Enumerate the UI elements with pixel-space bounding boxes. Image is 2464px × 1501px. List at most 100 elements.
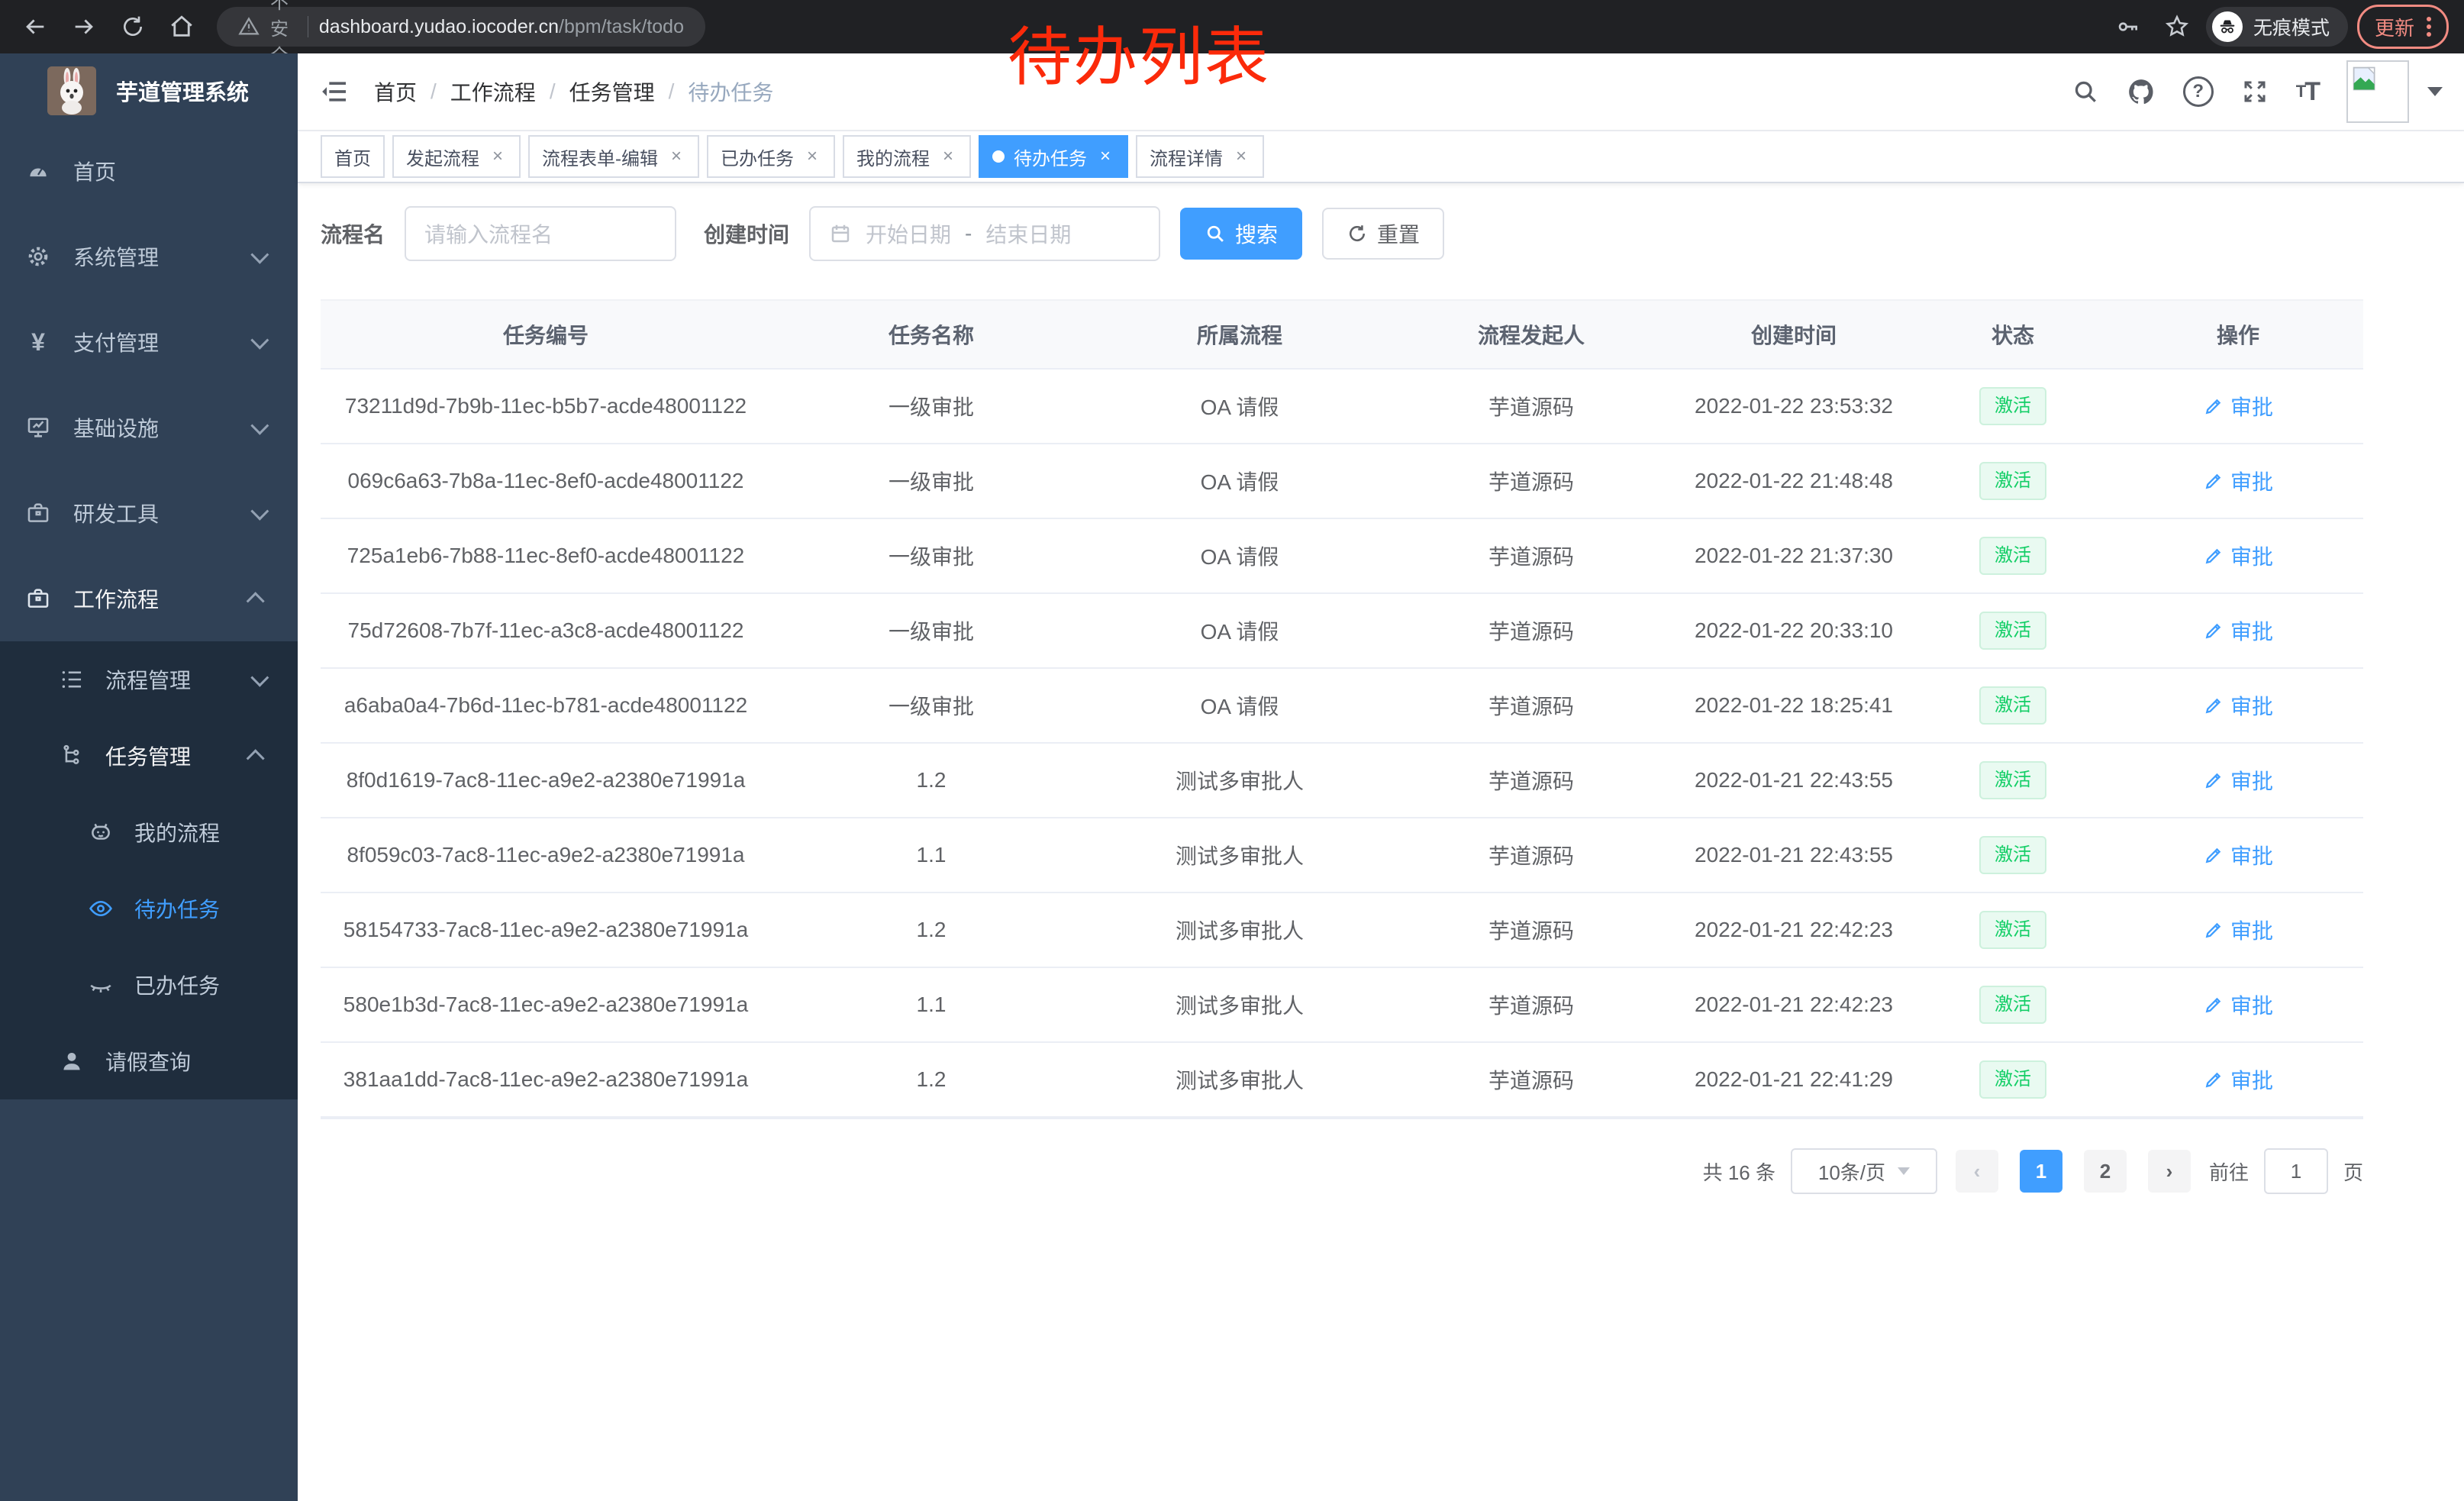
close-icon[interactable]: × <box>803 146 821 167</box>
approve-link[interactable]: 审批 <box>2203 915 2273 945</box>
status-badge: 激活 <box>1979 911 2046 949</box>
github-icon[interactable] <box>2127 77 2156 106</box>
approve-link[interactable]: 审批 <box>2203 840 2273 870</box>
cell-create-time: 2022-01-22 23:53:32 <box>1675 394 1913 418</box>
incognito-icon <box>2212 11 2243 42</box>
approve-link[interactable]: 审批 <box>2203 765 2273 796</box>
sidebar-item-4[interactable]: 研发工具 <box>0 470 298 556</box>
status-badge: 激活 <box>1979 462 2046 500</box>
cell-task-name: 1.2 <box>771 1067 1092 1092</box>
approve-link[interactable]: 审批 <box>2203 615 2273 646</box>
submenu-item-5[interactable]: 请假查询 <box>0 1023 298 1099</box>
close-icon[interactable]: × <box>489 146 507 167</box>
dashboard-icon <box>24 158 52 184</box>
tab-4[interactable]: 我的流程× <box>843 135 971 178</box>
table-header-row: 任务编号任务名称所属流程流程发起人创建时间状态操作 <box>321 299 2363 370</box>
help-icon[interactable]: ? <box>2183 76 2214 107</box>
close-icon[interactable]: × <box>1232 146 1250 167</box>
cell-task-id: 381aa1dd-7ac8-11ec-a9e2-a2380e71991a <box>321 1067 771 1092</box>
sidebar-item-2[interactable]: ¥ 支付管理 <box>0 299 298 385</box>
reset-button[interactable]: 重置 <box>1322 208 1444 260</box>
forward-icon[interactable] <box>64 7 104 47</box>
font-size-icon[interactable]: TT <box>2296 77 2319 107</box>
key-icon[interactable] <box>2108 7 2148 47</box>
avatar[interactable] <box>2346 60 2409 123</box>
breadcrumb-item-1[interactable]: 工作流程 <box>450 76 536 107</box>
submenu-item-3[interactable]: 待办任务 <box>0 870 298 947</box>
tags-view: 首页发起流程×流程表单-编辑×已办任务×我的流程×待办任务×流程详情× <box>298 131 2464 183</box>
breadcrumb-item-2[interactable]: 任务管理 <box>569 76 655 107</box>
avatar-caret-icon[interactable] <box>2427 87 2443 96</box>
pager-page-2[interactable]: 2 <box>2084 1150 2127 1193</box>
tab-label: 已办任务 <box>721 144 794 170</box>
update-label: 更新 <box>2375 13 2414 41</box>
reload-icon[interactable] <box>113 7 153 47</box>
search-icon[interactable] <box>2072 78 2099 105</box>
workflow-submenu: 流程管理 任务管理 我的流程 待办任务 已办任务 请假查询 <box>0 641 298 1099</box>
approve-link[interactable]: 审批 <box>2203 541 2273 571</box>
cell-task-name: 一级审批 <box>771 541 1092 571</box>
process-name-input[interactable]: 请输入流程名 <box>405 206 676 261</box>
pager-next-button[interactable]: › <box>2148 1150 2191 1193</box>
tab-2[interactable]: 流程表单-编辑× <box>528 135 699 178</box>
submenu-item-0[interactable]: 流程管理 <box>0 641 298 718</box>
back-icon[interactable] <box>15 7 55 47</box>
tab-6[interactable]: 流程详情× <box>1136 135 1264 178</box>
approve-link[interactable]: 审批 <box>2203 989 2273 1020</box>
tab-0[interactable]: 首页 <box>321 135 385 178</box>
tab-1[interactable]: 发起流程× <box>392 135 521 178</box>
tab-5[interactable]: 待办任务× <box>979 135 1128 178</box>
chevron-down-icon <box>250 331 269 349</box>
close-icon[interactable]: × <box>939 146 957 167</box>
table-row: 75d72608-7b7f-11ec-a3c8-acde48001122 一级审… <box>321 594 2363 669</box>
sidebar-item-3[interactable]: 基础设施 <box>0 385 298 470</box>
hamburger-icon[interactable] <box>319 76 350 107</box>
breadcrumb: 首页/工作流程/任务管理/待办任务 <box>374 76 773 107</box>
page-size-select[interactable]: 10条/页 <box>1791 1148 1937 1194</box>
sidebar-item-label: 基础设施 <box>73 412 230 443</box>
close-icon[interactable]: × <box>1096 146 1114 167</box>
pagination-total: 共 16 条 <box>1703 1157 1775 1186</box>
sidebar-item-0[interactable]: 首页 <box>0 128 298 214</box>
sidebar-item-1[interactable]: 系统管理 <box>0 214 298 299</box>
submenu-item-4[interactable]: 已办任务 <box>0 947 298 1023</box>
cell-process: 测试多审批人 <box>1092 915 1388 945</box>
goto-page-input[interactable]: 1 <box>2264 1148 2328 1194</box>
pager-prev-button[interactable]: ‹ <box>1956 1150 1998 1193</box>
cell-process: OA 请假 <box>1092 391 1388 421</box>
submenu-item-2[interactable]: 我的流程 <box>0 794 298 870</box>
cell-process: 测试多审批人 <box>1092 989 1388 1020</box>
fullscreen-icon[interactable] <box>2241 78 2269 105</box>
date-range-picker[interactable]: 开始日期 - 结束日期 <box>809 206 1160 261</box>
submenu-item-1[interactable]: 任务管理 <box>0 718 298 794</box>
incognito-badge: 无痕模式 <box>2206 7 2348 47</box>
approve-link[interactable]: 审批 <box>2203 690 2273 721</box>
approve-link[interactable]: 审批 <box>2203 466 2273 496</box>
cell-create-time: 2022-01-22 21:48:48 <box>1675 469 1913 493</box>
cell-initiator: 芋道源码 <box>1388 765 1675 796</box>
approve-link[interactable]: 审批 <box>2203 1064 2273 1095</box>
address-bar[interactable]: 不安全 dashboard.yudao.iocoder.cn/bpm/task/… <box>217 7 705 47</box>
cell-task-id: 75d72608-7b7f-11ec-a3c8-acde48001122 <box>321 618 771 643</box>
pagination: 共 16 条 10条/页 ‹12› 前往 1 页 <box>321 1148 2363 1194</box>
pager-page-1[interactable]: 1 <box>2020 1150 2062 1193</box>
home-icon[interactable] <box>162 7 202 47</box>
sidebar-item-5[interactable]: 工作流程 <box>0 556 298 641</box>
breadcrumb-item-3: 待办任务 <box>688 76 773 107</box>
tab-3[interactable]: 已办任务 × <box>707 135 835 178</box>
cell-process: OA 请假 <box>1092 615 1388 646</box>
approve-link[interactable]: 审批 <box>2203 391 2273 421</box>
bookmark-star-icon[interactable] <box>2157 7 2197 47</box>
cell-create-time: 2022-01-22 18:25:41 <box>1675 693 1913 718</box>
cell-create-time: 2022-01-21 22:42:23 <box>1675 993 1913 1017</box>
chevron-down-icon <box>250 245 269 263</box>
search-button[interactable]: 搜索 <box>1180 208 1302 260</box>
breadcrumb-item-0[interactable]: 首页 <box>374 76 417 107</box>
navbar-actions: ? TT <box>2072 60 2443 123</box>
cell-initiator: 芋道源码 <box>1388 915 1675 945</box>
url-text: dashboard.yudao.iocoder.cn/bpm/task/todo <box>319 16 684 38</box>
app-logo[interactable]: 芋道管理系统 <box>0 53 298 128</box>
close-icon[interactable]: × <box>667 146 685 167</box>
browser-update-button[interactable]: 更新 <box>2357 5 2449 49</box>
browser-menu-icon[interactable] <box>2427 17 2431 37</box>
